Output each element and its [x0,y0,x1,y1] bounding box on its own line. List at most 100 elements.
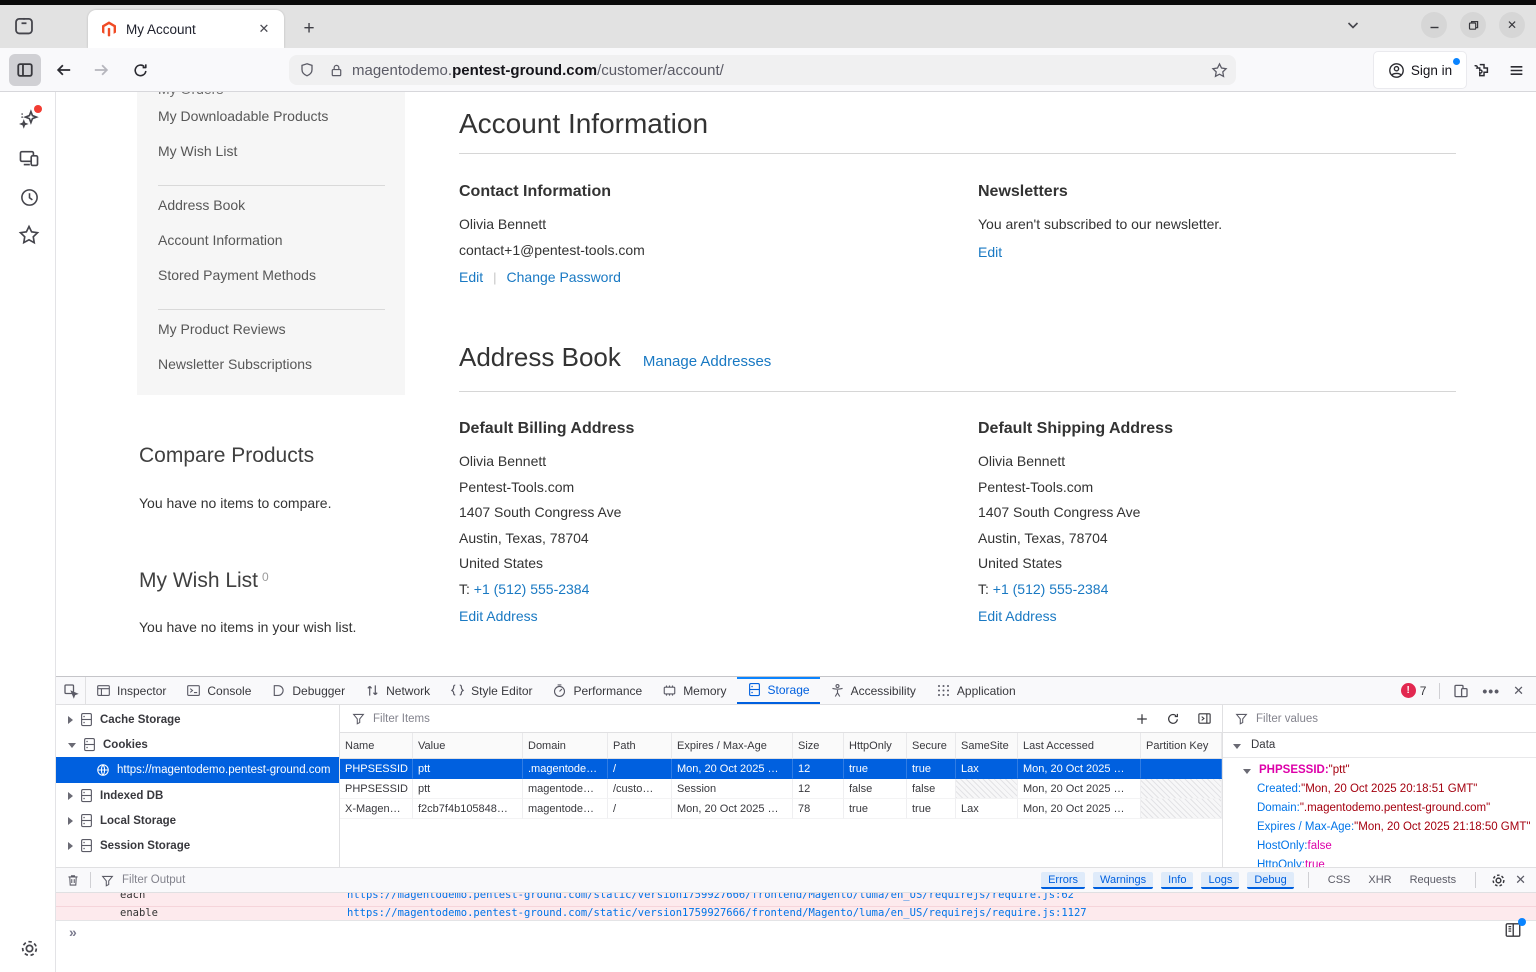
browser-tab[interactable]: My Account ✕ [88,10,284,48]
tab-close-icon[interactable]: ✕ [254,19,274,39]
col-header[interactable]: Partition Key [1141,733,1222,759]
firefox-signin-button[interactable]: Sign in [1374,52,1466,88]
console-input-prompt[interactable]: » [69,924,77,940]
tree-item-session-storage[interactable]: Session Storage [56,833,340,858]
filter-info[interactable]: Info [1161,872,1193,889]
tree-item-cookie-host-selected[interactable]: https://magentodemo.pentest-ground.com [56,757,340,783]
bookmark-star-icon[interactable] [1211,62,1228,79]
lock-icon[interactable] [329,63,344,78]
col-header[interactable]: Value [413,733,523,759]
restore-button[interactable] [1460,12,1486,38]
newsletters-edit-link[interactable]: Edit [978,244,1002,260]
tree-item-local-storage[interactable]: Local Storage [56,808,340,833]
shipping-edit-address-link[interactable]: Edit Address [978,608,1057,624]
filter-output-input[interactable]: Filter Output [122,874,185,886]
billing-edit-address-link[interactable]: Edit Address [459,608,538,624]
col-header[interactable]: Secure [907,733,956,759]
filter-values-input[interactable]: Filter values [1256,713,1536,725]
twisty-icon[interactable] [68,743,76,748]
devtools-tab-network[interactable]: Network [355,677,440,704]
close-window-button[interactable]: ✕ [1499,12,1525,38]
devtools-close-icon[interactable]: ✕ [1513,683,1524,699]
col-header[interactable]: HttpOnly [844,733,907,759]
col-header[interactable]: SameSite [956,733,1018,759]
new-tab-button[interactable]: + [296,16,322,42]
element-picker-icon[interactable] [56,677,86,704]
nav-item-my-orders-clipped[interactable]: My Orders [158,92,223,98]
log-source-link[interactable]: https://magentodemo.pentest-ground.com/s… [347,907,1087,919]
console-error-row[interactable]: enable https://magentodemo.pentest-groun… [56,907,1536,921]
minimize-button[interactable] [1421,12,1447,38]
tree-item-indexed-db[interactable]: Indexed DB [56,783,340,808]
devtools-tab-memory[interactable]: Memory [652,677,736,704]
firefox-view-icon[interactable] [10,13,38,39]
nav-item-account-information[interactable]: Account Information [158,232,283,248]
devtools-tab-accessibility[interactable]: Accessibility [820,677,926,704]
console-error-row[interactable]: each https://magentodemo.pentest-ground.… [56,893,1536,907]
synced-tabs-icon[interactable] [18,147,40,169]
console-settings-gear-icon[interactable] [1490,872,1507,889]
contact-edit-link[interactable]: Edit [459,269,483,285]
twisty-icon[interactable] [68,716,73,724]
refresh-icon[interactable] [1166,712,1180,726]
nav-item-address-book[interactable]: Address Book [158,197,245,213]
tree-item-cache-storage[interactable]: Cache Storage [56,707,340,732]
nav-item-my-wish-list[interactable]: My Wish List [158,143,237,159]
manage-addresses-link[interactable]: Manage Addresses [643,353,771,370]
devtools-menu-icon[interactable]: ••• [1482,683,1500,699]
devtools-tab-style-editor[interactable]: Style Editor [440,677,542,704]
col-header[interactable]: Size [793,733,844,759]
url-bar[interactable]: magentodemo.pentest-ground.com/customer/… [289,55,1236,85]
shield-icon[interactable] [299,62,315,78]
devtools-tab-debugger[interactable]: Debugger [261,677,355,704]
data-section-header[interactable]: Data [1223,733,1536,758]
col-header[interactable]: Name [340,733,413,759]
extensions-icon[interactable] [1468,56,1496,84]
filter-debug[interactable]: Debug [1247,872,1293,889]
list-tabs-chevron-icon[interactable] [1340,12,1366,38]
responsive-design-icon[interactable] [1453,683,1469,699]
reload-button[interactable] [126,56,154,84]
twisty-icon[interactable] [68,817,73,825]
back-button[interactable] [50,56,78,84]
history-clock-icon[interactable] [18,186,40,208]
ai-chat-icon[interactable] [18,108,40,130]
nav-item-stored-payment-methods[interactable]: Stored Payment Methods [158,267,316,283]
nav-item-my-downloadable-products[interactable]: My Downloadable Products [158,108,328,124]
error-count[interactable]: ! 7 [1401,683,1427,698]
billing-phone-link[interactable]: +1 (512) 555-2384 [474,581,590,597]
log-source-link[interactable]: https://magentodemo.pentest-ground.com/s… [347,893,1074,901]
filter-requests[interactable]: Requests [1405,872,1461,888]
devtools-tab-application[interactable]: Application [926,677,1026,704]
nav-item-my-product-reviews[interactable]: My Product Reviews [158,321,286,337]
menu-hamburger-icon[interactable] [1502,56,1530,84]
shipping-phone-link[interactable]: +1 (512) 555-2384 [993,581,1109,597]
settings-gear-icon[interactable] [18,937,40,959]
twisty-icon[interactable] [68,842,73,850]
close-console-icon[interactable]: ✕ [1515,872,1526,888]
add-item-icon[interactable] [1135,712,1149,726]
devtools-tab-performance[interactable]: Performance [542,677,652,704]
forward-button[interactable] [87,56,115,84]
bookmarks-star-icon[interactable] [18,224,40,246]
col-header[interactable]: Expires / Max-Age [672,733,793,759]
tree-item-cookies[interactable]: Cookies [56,732,340,757]
filter-css[interactable]: CSS [1323,872,1356,888]
filter-items-input[interactable]: Filter Items [373,713,1135,725]
col-header[interactable]: Domain [523,733,608,759]
change-password-link[interactable]: Change Password [507,269,621,285]
col-header[interactable]: Path [608,733,672,759]
devtools-tab-inspector[interactable]: Inspector [86,677,176,704]
filter-warnings[interactable]: Warnings [1093,872,1153,889]
twisty-icon[interactable] [68,792,73,800]
devtools-tab-storage[interactable]: Storage [737,677,820,704]
nav-item-newsletter-subscriptions[interactable]: Newsletter Subscriptions [158,356,312,372]
filter-xhr[interactable]: XHR [1363,872,1396,888]
clear-console-trash-icon[interactable] [66,873,80,887]
devtools-tab-console[interactable]: Console [176,677,261,704]
toggle-sidebar-icon[interactable] [1197,711,1212,726]
filter-errors[interactable]: Errors [1041,872,1085,889]
sidebar-toggle-button[interactable] [9,54,41,86]
filter-logs[interactable]: Logs [1201,872,1239,889]
cookie-root-node[interactable]: PHPSESSID:"ptt" [1223,761,1536,780]
